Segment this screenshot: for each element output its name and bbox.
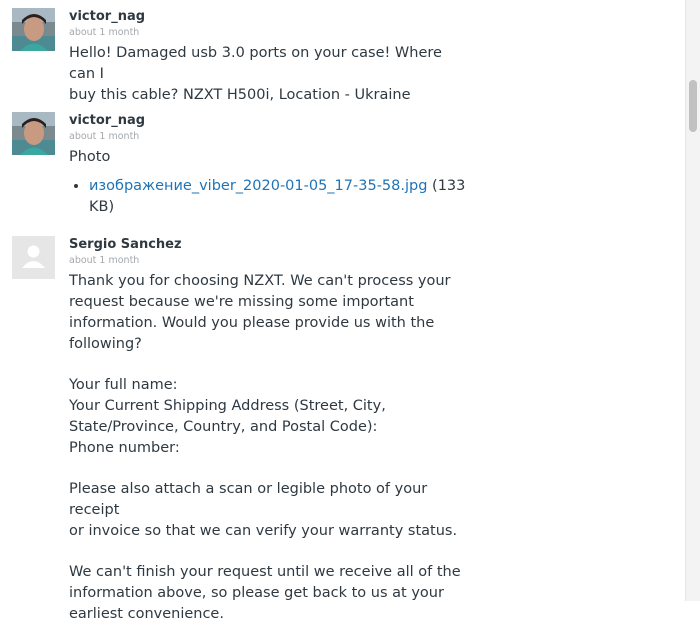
text-line: State/Province, Country, and Postal Code… — [69, 419, 378, 435]
scrollbar-thumb[interactable] — [689, 80, 697, 132]
comment-text: Thank you for choosing NZXT. We can't pr… — [69, 271, 469, 625]
text-line: buy this cable? NZXT H500i, Location - U… — [69, 87, 411, 103]
vertical-scrollbar[interactable] — [685, 0, 700, 601]
attachment-list: изображение_viber_2020-01-05_17-35-58.jp… — [69, 176, 469, 218]
paragraph: We can't finish your request until we re… — [69, 562, 469, 625]
comment-timestamp: about 1 month — [69, 27, 140, 38]
comment-text: Photo — [69, 147, 469, 168]
text-line: information. Would you please provide us… — [69, 315, 435, 331]
comment-timestamp: about 1 month — [69, 255, 140, 266]
text-line: following? — [69, 336, 142, 352]
text-line: Photo — [69, 149, 111, 165]
user-avatar — [12, 8, 55, 51]
text-line: Your Current Shipping Address (Street, C… — [69, 398, 386, 414]
comment-text: Hello! Damaged usb 3.0 ports on your cas… — [69, 43, 469, 106]
person-icon — [12, 236, 55, 279]
attachment-size: (133 — [432, 178, 466, 194]
attachment-size-unit: KB) — [89, 199, 115, 215]
user-avatar — [12, 112, 55, 155]
text-line: or invoice so that we can verify your wa… — [69, 523, 458, 539]
paragraph: Your full name: Your Current Shipping Ad… — [69, 375, 469, 459]
comment-author: victor_nag — [69, 9, 146, 24]
default-avatar — [12, 236, 55, 279]
text-line: request because we're missing some impor… — [69, 294, 414, 310]
text-line: Thank you for choosing NZXT. We can't pr… — [69, 273, 451, 289]
text-line: earliest convenience. — [69, 606, 224, 622]
text-line: We can't finish your request until we re… — [69, 564, 461, 580]
comment-author: Sergio Sanchez — [69, 237, 182, 252]
text-line: Hello! Damaged usb 3.0 ports on your cas… — [69, 45, 442, 82]
paragraph: Please also attach a scan or legible pho… — [69, 479, 469, 542]
comment-author: victor_nag — [69, 113, 146, 128]
text-line: Please also attach a scan or legible pho… — [69, 481, 428, 518]
comment-timestamp: about 1 month — [69, 131, 140, 142]
paragraph: Thank you for choosing NZXT. We can't pr… — [69, 271, 469, 355]
text-line: Phone number: — [69, 440, 180, 456]
text-line: Your full name: — [69, 377, 178, 393]
attachment-link[interactable]: изображение_viber_2020-01-05_17-35-58.jp… — [89, 178, 427, 194]
attachment-item: изображение_viber_2020-01-05_17-35-58.jp… — [89, 176, 469, 218]
